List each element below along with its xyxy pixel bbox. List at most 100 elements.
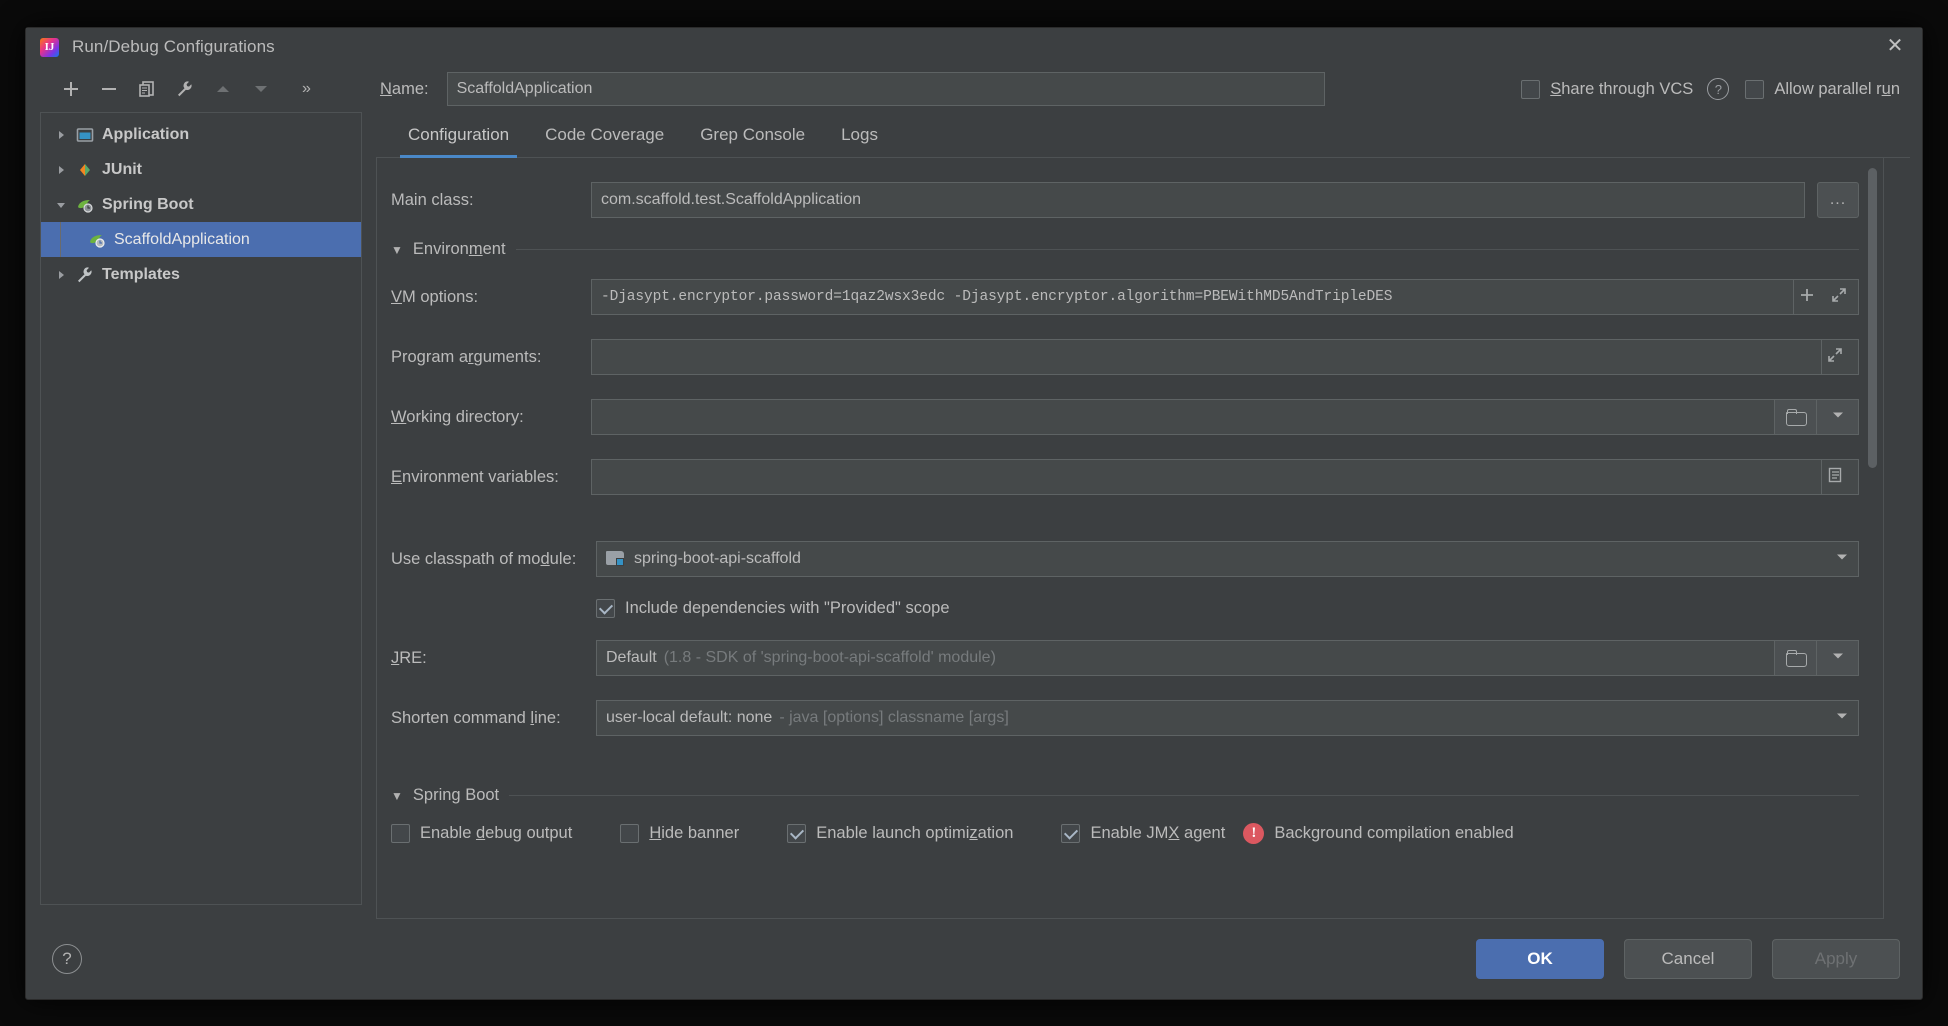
expand-icon[interactable]	[1826, 346, 1844, 369]
working-directory-row: Working directory:	[391, 397, 1859, 437]
enable-jmx-agent-checkbox[interactable]	[1061, 824, 1081, 843]
ellipsis-icon: ...	[1829, 191, 1847, 208]
tree-item-spring-boot[interactable]: Spring Boot	[41, 187, 361, 222]
section-divider	[509, 795, 1859, 796]
expand-arrow-icon[interactable]	[47, 129, 75, 141]
move-down-button[interactable]	[244, 73, 278, 105]
section-divider	[515, 249, 1859, 250]
folder-icon	[1785, 650, 1807, 667]
hide-banner-group: Hide banner	[620, 824, 739, 843]
dialog-titlebar: IJ Run/Debug Configurations ✕	[26, 28, 1922, 66]
environment-variables-row: Environment variables:	[391, 457, 1859, 497]
spring-boot-section-header[interactable]: ▼ Spring Boot	[391, 786, 1859, 805]
tab-logs[interactable]: Logs	[823, 125, 896, 157]
chevron-down-icon	[1831, 408, 1845, 427]
configurations-tree[interactable]: Application JUnit Spring Boot ScaffoldAp…	[40, 112, 362, 905]
tree-item-label: Application	[102, 125, 190, 143]
classpath-module-combo[interactable]: spring-boot-api-scaffold	[596, 541, 1859, 577]
move-up-button[interactable]	[206, 73, 240, 105]
chevron-down-icon[interactable]	[1835, 709, 1849, 728]
enable-launch-optimization-checkbox[interactable]	[787, 824, 807, 843]
spring-boot-icon	[87, 230, 107, 250]
working-directory-dropdown-button[interactable]	[1817, 399, 1859, 435]
environment-section-header[interactable]: ▼ Environment	[391, 240, 1859, 259]
program-arguments-row: Program arguments:	[391, 337, 1859, 377]
application-icon	[75, 125, 95, 145]
classpath-module-row: Use classpath of module: spring-boot-api…	[391, 539, 1859, 579]
collapse-arrow-icon[interactable]: ▼	[391, 243, 403, 257]
shorten-command-line-hint: - java [options] classname [args]	[779, 709, 1009, 726]
dialog-body: » Application JUnit Spring Boot Scaffold…	[26, 66, 1922, 919]
allow-parallel-run-checkbox[interactable]	[1745, 79, 1765, 99]
remove-configuration-button[interactable]	[92, 73, 126, 105]
tree-item-templates[interactable]: Templates	[41, 257, 361, 292]
add-configuration-button[interactable]	[54, 73, 88, 105]
apply-button[interactable]: Apply	[1772, 939, 1900, 979]
name-row: Name: Share through VCS ? Allow parallel…	[376, 66, 1910, 112]
edit-templates-button[interactable]	[168, 73, 202, 105]
tab-code-coverage[interactable]: Code Coverage	[527, 125, 682, 157]
form-scrollbar[interactable]	[1866, 158, 1879, 918]
tree-item-scaffoldapplication[interactable]: ScaffoldApplication	[41, 222, 361, 257]
tree-item-label: ScaffoldApplication	[114, 230, 250, 248]
include-provided-checkbox[interactable]	[596, 599, 615, 618]
shorten-command-line-combo[interactable]: user-local default: none - java [options…	[596, 700, 1859, 736]
main-class-input[interactable]: com.scaffold.test.ScaffoldApplication	[591, 182, 1805, 218]
enable-launch-optimization-label: Enable launch optimization	[816, 824, 1014, 842]
tab-configuration[interactable]: Configuration	[390, 125, 527, 158]
jre-browse-button[interactable]	[1775, 640, 1817, 676]
tree-item-junit[interactable]: JUnit	[41, 152, 361, 187]
name-input[interactable]	[446, 72, 1325, 106]
name-row-options: Share through VCS ? Allow parallel run	[1521, 78, 1904, 100]
working-directory-input[interactable]	[591, 399, 1775, 435]
main-class-browse-button[interactable]: ...	[1817, 182, 1859, 218]
jre-combo[interactable]: Default (1.8 - SDK of 'spring-boot-api-s…	[596, 640, 1775, 676]
name-label: Name:	[380, 79, 429, 98]
tree-item-label: JUnit	[102, 160, 142, 178]
share-through-vcs-checkbox[interactable]	[1521, 79, 1541, 99]
tree-item-label: Spring Boot	[102, 195, 194, 213]
close-icon[interactable]: ✕	[1884, 36, 1906, 58]
jre-dropdown-button[interactable]	[1817, 640, 1859, 676]
list-icon[interactable]	[1826, 466, 1844, 489]
hide-banner-checkbox[interactable]	[620, 824, 640, 843]
tree-item-application[interactable]: Application	[41, 117, 361, 152]
wrench-icon	[75, 265, 95, 285]
tab-grep-console[interactable]: Grep Console	[682, 125, 823, 157]
environment-section-title: Environment	[412, 240, 506, 258]
collapse-arrow-icon[interactable]: ▼	[391, 789, 403, 803]
enable-launch-optimization-group: Enable launch optimization	[787, 824, 1013, 843]
cancel-button[interactable]: Cancel	[1624, 939, 1752, 979]
expand-icon[interactable]	[1830, 286, 1848, 309]
shorten-command-line-label: Shorten command line:	[391, 708, 561, 727]
dialog-footer: ? OK Cancel Apply	[26, 919, 1922, 999]
tree-item-label: Templates	[102, 265, 180, 283]
folder-icon	[1785, 409, 1807, 426]
vm-options-input[interactable]: -Djasypt.encryptor.password=1qaz2wsx3edc…	[591, 279, 1794, 315]
toolbar-overflow-button[interactable]: »	[302, 80, 311, 98]
copy-configuration-button[interactable]	[130, 73, 164, 105]
spring-boot-options-row: Enable debug output Hide banner Enable l…	[391, 823, 1859, 858]
ok-button[interactable]: OK	[1476, 939, 1604, 979]
vm-options-actions	[1794, 279, 1859, 315]
tree-guide-line	[60, 222, 61, 257]
share-help-icon[interactable]: ?	[1707, 78, 1730, 100]
help-button[interactable]: ?	[52, 944, 82, 974]
share-through-vcs-label: Share through VCS	[1550, 79, 1694, 98]
expand-arrow-icon[interactable]	[47, 269, 75, 281]
insert-macro-icon[interactable]	[1798, 286, 1816, 309]
enable-debug-output-checkbox[interactable]	[391, 824, 410, 843]
form-scrollbar-thumb[interactable]	[1868, 168, 1877, 468]
include-provided-row: Include dependencies with "Provided" sco…	[391, 599, 1859, 618]
collapse-arrow-icon[interactable]	[47, 199, 75, 211]
program-arguments-input[interactable]	[591, 339, 1822, 375]
program-arguments-actions	[1822, 339, 1859, 375]
expand-arrow-icon[interactable]	[47, 164, 75, 176]
classpath-module-value: spring-boot-api-scaffold	[634, 550, 801, 567]
working-directory-browse-button[interactable]	[1775, 399, 1817, 435]
enable-jmx-agent-group: Enable JMX agent	[1061, 824, 1225, 843]
chevron-down-icon[interactable]	[1835, 550, 1849, 569]
dialog-buttons: OK Cancel Apply	[1476, 939, 1900, 979]
vm-options-label: VM options:	[391, 287, 479, 306]
environment-variables-input[interactable]	[591, 459, 1822, 495]
